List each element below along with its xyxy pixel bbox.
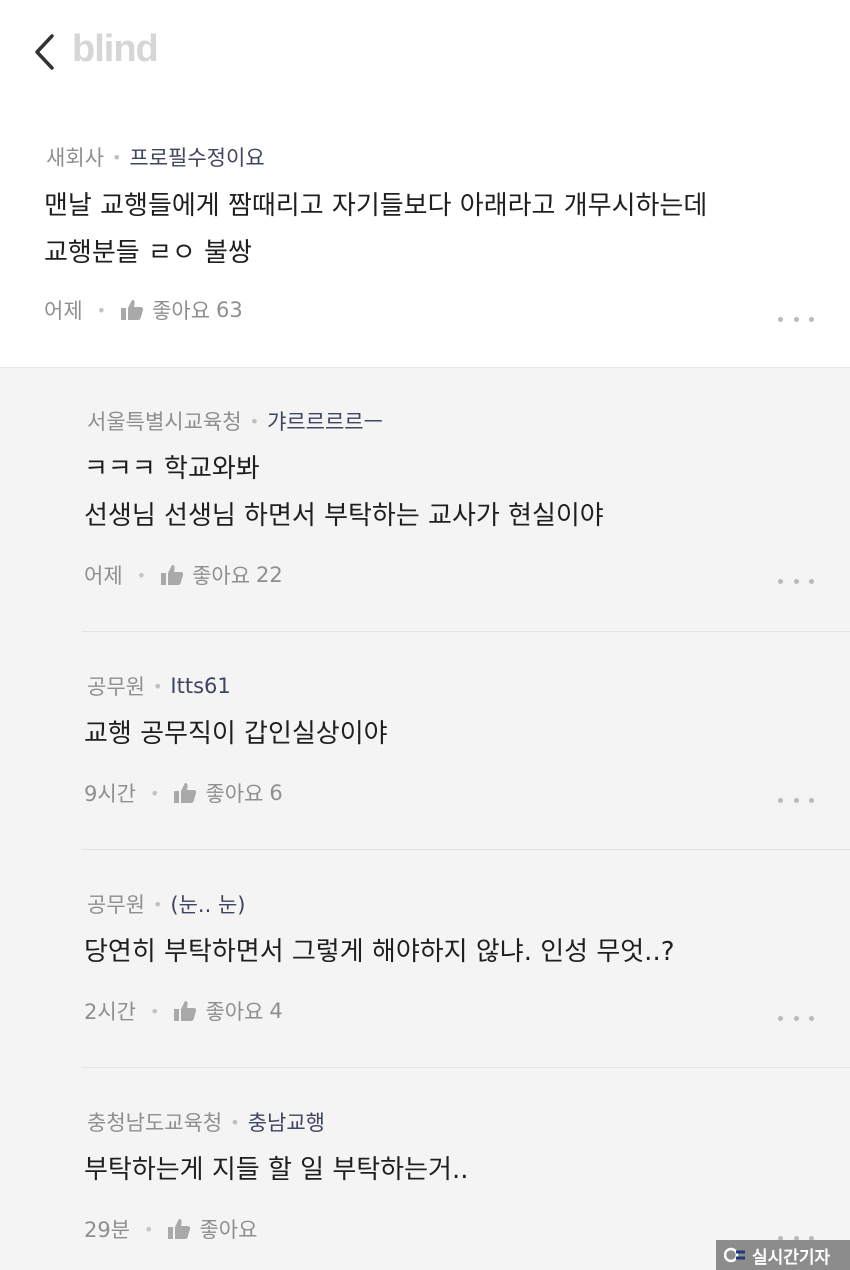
like-label: 좋아요 bbox=[199, 1218, 258, 1242]
nickname[interactable]: (눈.. 눈) bbox=[170, 889, 245, 919]
app-logo: blind bbox=[72, 28, 159, 70]
like-label: 좋아요 bbox=[152, 299, 211, 323]
company-name[interactable]: 서울특별시교육청 bbox=[87, 406, 242, 436]
more-dots-icon bbox=[778, 578, 783, 584]
company-name[interactable]: 공무원 bbox=[87, 889, 145, 919]
thumbs-up-icon bbox=[121, 300, 144, 320]
chevron-left-icon bbox=[35, 34, 54, 70]
more-dots-icon bbox=[778, 1015, 783, 1021]
like-count: 4 bbox=[269, 999, 283, 1023]
reply-meta: 공무원 • Itts61 bbox=[87, 671, 231, 701]
separator-dot: • bbox=[152, 676, 163, 696]
like-label: 좋아요 bbox=[205, 1000, 264, 1024]
reply-divider bbox=[82, 1067, 850, 1068]
reply-line: 교행 공무직이 갑인실상이야 bbox=[84, 719, 388, 749]
reply-body: 당연히 부탁하면서 그렇게 해야하지 않냐. 인성 무엇..? bbox=[84, 929, 675, 976]
more-dots-icon bbox=[778, 316, 783, 322]
company-name[interactable]: 공무원 bbox=[87, 671, 145, 701]
watermark-text: 실시간기자 bbox=[752, 1247, 831, 1268]
back-button[interactable] bbox=[28, 30, 62, 74]
like-button[interactable]: 좋아요 22 bbox=[160, 560, 283, 590]
more-options-button[interactable] bbox=[778, 313, 814, 325]
reply-time: 2시간 bbox=[84, 1000, 137, 1024]
separator-dot: • bbox=[249, 411, 259, 431]
like-button[interactable]: 좋아요 4 bbox=[173, 996, 283, 1026]
reply-line: ㅋㅋㅋ 학교와봐 bbox=[84, 454, 260, 484]
nickname[interactable]: 프로필수정이요 bbox=[129, 142, 264, 172]
top-comment: 새회사 • 프로필수정이요 맨날 교행들에게 짬때리고 자기들보다 아래라고 개… bbox=[0, 105, 850, 367]
separator-dot: • bbox=[136, 565, 147, 585]
company-name[interactable]: 충청남도교육청 bbox=[87, 1107, 222, 1137]
reply-time: 9시간 bbox=[84, 782, 137, 806]
watermark: 실시간기자 bbox=[716, 1240, 850, 1270]
comment-footer: 어제 • 좋아요 63 bbox=[44, 295, 243, 325]
reply-footer: 29분 • 좋아요 bbox=[84, 1214, 257, 1244]
comment-meta: 새회사 • 프로필수정이요 bbox=[46, 142, 265, 172]
like-button[interactable]: 좋아요 bbox=[167, 1214, 257, 1244]
reply-body: 부탁하는게 지들 할 일 부탁하는거.. bbox=[84, 1147, 468, 1194]
reply-list: 서울특별시교육청 • 갸르르르르ㅡ ㅋㅋㅋ 학교와봐 선생님 선생님 하면서 부… bbox=[0, 367, 850, 1270]
more-options-button[interactable] bbox=[778, 794, 814, 806]
separator-dot: • bbox=[152, 894, 163, 914]
more-dots-icon bbox=[778, 797, 783, 803]
like-count: 6 bbox=[269, 781, 283, 805]
reply-body: 교행 공무직이 갑인실상이야 bbox=[84, 711, 388, 758]
reply-divider bbox=[82, 849, 850, 850]
comment-time: 어제 bbox=[44, 299, 83, 323]
reply-meta: 공무원 • (눈.. 눈) bbox=[87, 889, 245, 919]
reply-divider bbox=[82, 631, 850, 632]
comment-body: 맨날 교행들에게 짬때리고 자기들보다 아래라고 개무시하는데 교행분들 ㄹㅇ … bbox=[44, 183, 707, 277]
more-options-button[interactable] bbox=[778, 1012, 814, 1024]
thumbs-up-icon bbox=[168, 1219, 191, 1239]
like-label: 좋아요 bbox=[205, 782, 264, 806]
separator-dot: • bbox=[96, 300, 107, 320]
reply-footer: 어제 • 좋아요 22 bbox=[84, 560, 283, 590]
like-count: 22 bbox=[256, 563, 283, 587]
nickname[interactable]: 충남교행 bbox=[248, 1107, 325, 1137]
reply-time: 29분 bbox=[84, 1218, 131, 1242]
comment-line: 교행분들 ㄹㅇ 불쌍 bbox=[44, 238, 252, 268]
separator-dot: • bbox=[150, 1001, 160, 1021]
like-count: 63 bbox=[216, 298, 243, 322]
thumbs-up-icon bbox=[174, 1001, 197, 1021]
separator-dot: • bbox=[144, 1219, 154, 1239]
separator-dot: • bbox=[111, 147, 122, 167]
comment-line: 맨날 교행들에게 짬때리고 자기들보다 아래라고 개무시하는데 bbox=[44, 191, 708, 221]
app-header: blind bbox=[0, 0, 850, 105]
reply-body: ㅋㅋㅋ 학교와봐 선생님 선생님 하면서 부탁하는 교사가 현실이야 bbox=[84, 446, 604, 540]
separator-dot: • bbox=[230, 1112, 240, 1132]
nickname[interactable]: 갸르르르르ㅡ bbox=[267, 406, 383, 436]
reply-line: 선생님 선생님 하면서 부탁하는 교사가 현실이야 bbox=[84, 501, 604, 531]
separator-dot: • bbox=[150, 783, 160, 803]
reply-time: 어제 bbox=[84, 564, 123, 588]
reply-meta: 서울특별시교육청 • 갸르르르르ㅡ bbox=[87, 406, 383, 436]
reply-footer: 2시간 • 좋아요 4 bbox=[84, 996, 283, 1026]
nickname[interactable]: Itts61 bbox=[170, 674, 230, 698]
like-button[interactable]: 좋아요 63 bbox=[120, 295, 243, 325]
reply-footer: 9시간 • 좋아요 6 bbox=[84, 778, 283, 808]
more-options-button[interactable] bbox=[778, 575, 814, 587]
like-label: 좋아요 bbox=[192, 564, 251, 588]
thumbs-up-icon bbox=[161, 565, 184, 585]
like-button[interactable]: 좋아요 6 bbox=[173, 778, 283, 808]
watermark-logo-icon bbox=[724, 1247, 745, 1263]
company-name[interactable]: 새회사 bbox=[46, 142, 104, 172]
reply-line: 부탁하는게 지들 할 일 부탁하는거.. bbox=[84, 1155, 469, 1185]
reply-line: 당연히 부탁하면서 그렇게 해야하지 않냐. 인성 무엇..? bbox=[84, 937, 675, 967]
thumbs-up-icon bbox=[174, 783, 197, 803]
reply-meta: 충청남도교육청 • 충남교행 bbox=[87, 1107, 325, 1137]
